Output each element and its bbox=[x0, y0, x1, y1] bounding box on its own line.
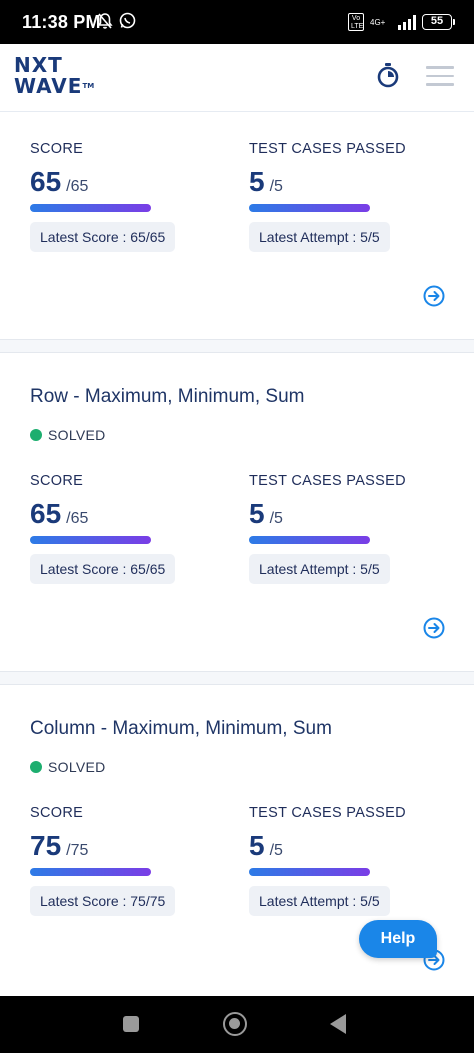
battery-icon: 55 bbox=[422, 14, 455, 30]
status-bar: 11:38 PM Vo LTE 4G+ 55 bbox=[0, 0, 474, 44]
nxtwave-logo[interactable]: NXT WAVETM bbox=[14, 55, 94, 97]
score-label: SCORE bbox=[30, 805, 84, 821]
signal-icon bbox=[398, 14, 416, 30]
stopwatch-icon[interactable] bbox=[375, 62, 401, 88]
latest-attempt-badge: Latest Attempt : 5/5 bbox=[249, 886, 390, 916]
status-text: SOLVED bbox=[48, 427, 106, 443]
score-max: /65 bbox=[66, 510, 89, 527]
system-nav-bar bbox=[0, 996, 474, 1053]
test-cases-label: TEST CASES PASSED bbox=[249, 141, 406, 157]
score-max: /75 bbox=[66, 842, 89, 859]
test-cases-value: 5 bbox=[249, 166, 265, 197]
status-text: SOLVED bbox=[48, 759, 106, 775]
score-label: SCORE bbox=[30, 473, 84, 489]
score-value: 75 bbox=[30, 830, 62, 861]
status-system-icons: Vo LTE 4G+ 55 bbox=[348, 13, 455, 31]
muted-bell-icon bbox=[97, 13, 113, 29]
score-progress-bar bbox=[30, 868, 151, 876]
arrow-right-circle-icon[interactable] bbox=[423, 617, 445, 639]
test-cases-section: TEST CASES PASSED 5 /5 Latest Attempt : … bbox=[249, 805, 449, 916]
score-max: /65 bbox=[66, 178, 89, 195]
results-list[interactable]: SCORE 65 /65 Latest Score : 65/65 TEST C… bbox=[0, 112, 474, 996]
whatsapp-icon bbox=[119, 12, 136, 29]
latest-score-badge: Latest Score : 65/65 bbox=[30, 222, 176, 252]
back-icon[interactable] bbox=[330, 1014, 346, 1034]
test-cases-value: 5 bbox=[249, 830, 265, 861]
score-progress-bar bbox=[30, 536, 151, 544]
result-card: SCORE 65 /65 Latest Score : 65/65 TEST C… bbox=[0, 112, 474, 340]
logo-line1: NXT bbox=[14, 53, 63, 77]
test-cases-max: /5 bbox=[269, 510, 283, 527]
logo-line2: WAVE bbox=[14, 74, 83, 98]
score-value: 65 bbox=[30, 498, 62, 529]
volte-icon: Vo LTE bbox=[348, 13, 364, 31]
test-cases-progress-bar bbox=[249, 536, 370, 544]
test-cases-section: TEST CASES PASSED 5 /5 Latest Attempt : … bbox=[249, 473, 449, 584]
test-cases-max: /5 bbox=[269, 178, 283, 195]
status-notification-icons bbox=[97, 12, 136, 30]
test-cases-value: 5 bbox=[249, 498, 265, 529]
solved-dot-icon bbox=[30, 761, 42, 773]
latest-score-badge: Latest Score : 75/75 bbox=[30, 886, 176, 916]
home-icon[interactable] bbox=[223, 1012, 247, 1036]
question-title[interactable]: Row - Maximum, Minimum, Sum bbox=[30, 386, 304, 408]
score-section: SCORE 65 /65 Latest Score : 65/65 bbox=[30, 473, 230, 584]
solved-dot-icon bbox=[30, 429, 42, 441]
hamburger-menu-icon[interactable] bbox=[426, 66, 454, 88]
status-time: 11:38 PM bbox=[22, 12, 101, 32]
question-title[interactable]: Column - Maximum, Minimum, Sum bbox=[30, 718, 332, 740]
app-header: NXT WAVETM bbox=[0, 44, 474, 112]
recents-icon[interactable] bbox=[123, 1016, 139, 1032]
help-button[interactable]: Help bbox=[359, 920, 437, 958]
logo-tm: TM bbox=[82, 82, 95, 90]
latest-attempt-badge: Latest Attempt : 5/5 bbox=[249, 554, 390, 584]
latest-score-badge: Latest Score : 65/65 bbox=[30, 554, 176, 584]
network-type: 4G+ bbox=[370, 17, 386, 27]
arrow-right-circle-icon[interactable] bbox=[423, 285, 445, 307]
score-section: SCORE 75 /75 Latest Score : 75/75 bbox=[30, 805, 230, 916]
score-value: 65 bbox=[30, 166, 62, 197]
score-progress-bar bbox=[30, 204, 151, 212]
status-badge: SOLVED bbox=[30, 759, 106, 775]
test-cases-progress-bar bbox=[249, 868, 370, 876]
score-label: SCORE bbox=[30, 141, 84, 157]
test-cases-label: TEST CASES PASSED bbox=[249, 805, 406, 821]
test-cases-section: TEST CASES PASSED 5 /5 Latest Attempt : … bbox=[249, 141, 449, 252]
test-cases-max: /5 bbox=[269, 842, 283, 859]
result-card: Row - Maximum, Minimum, Sum SOLVED SCORE… bbox=[0, 352, 474, 672]
latest-attempt-badge: Latest Attempt : 5/5 bbox=[249, 222, 390, 252]
score-section: SCORE 65 /65 Latest Score : 65/65 bbox=[30, 141, 230, 252]
test-cases-progress-bar bbox=[249, 204, 370, 212]
status-badge: SOLVED bbox=[30, 427, 106, 443]
test-cases-label: TEST CASES PASSED bbox=[249, 473, 406, 489]
